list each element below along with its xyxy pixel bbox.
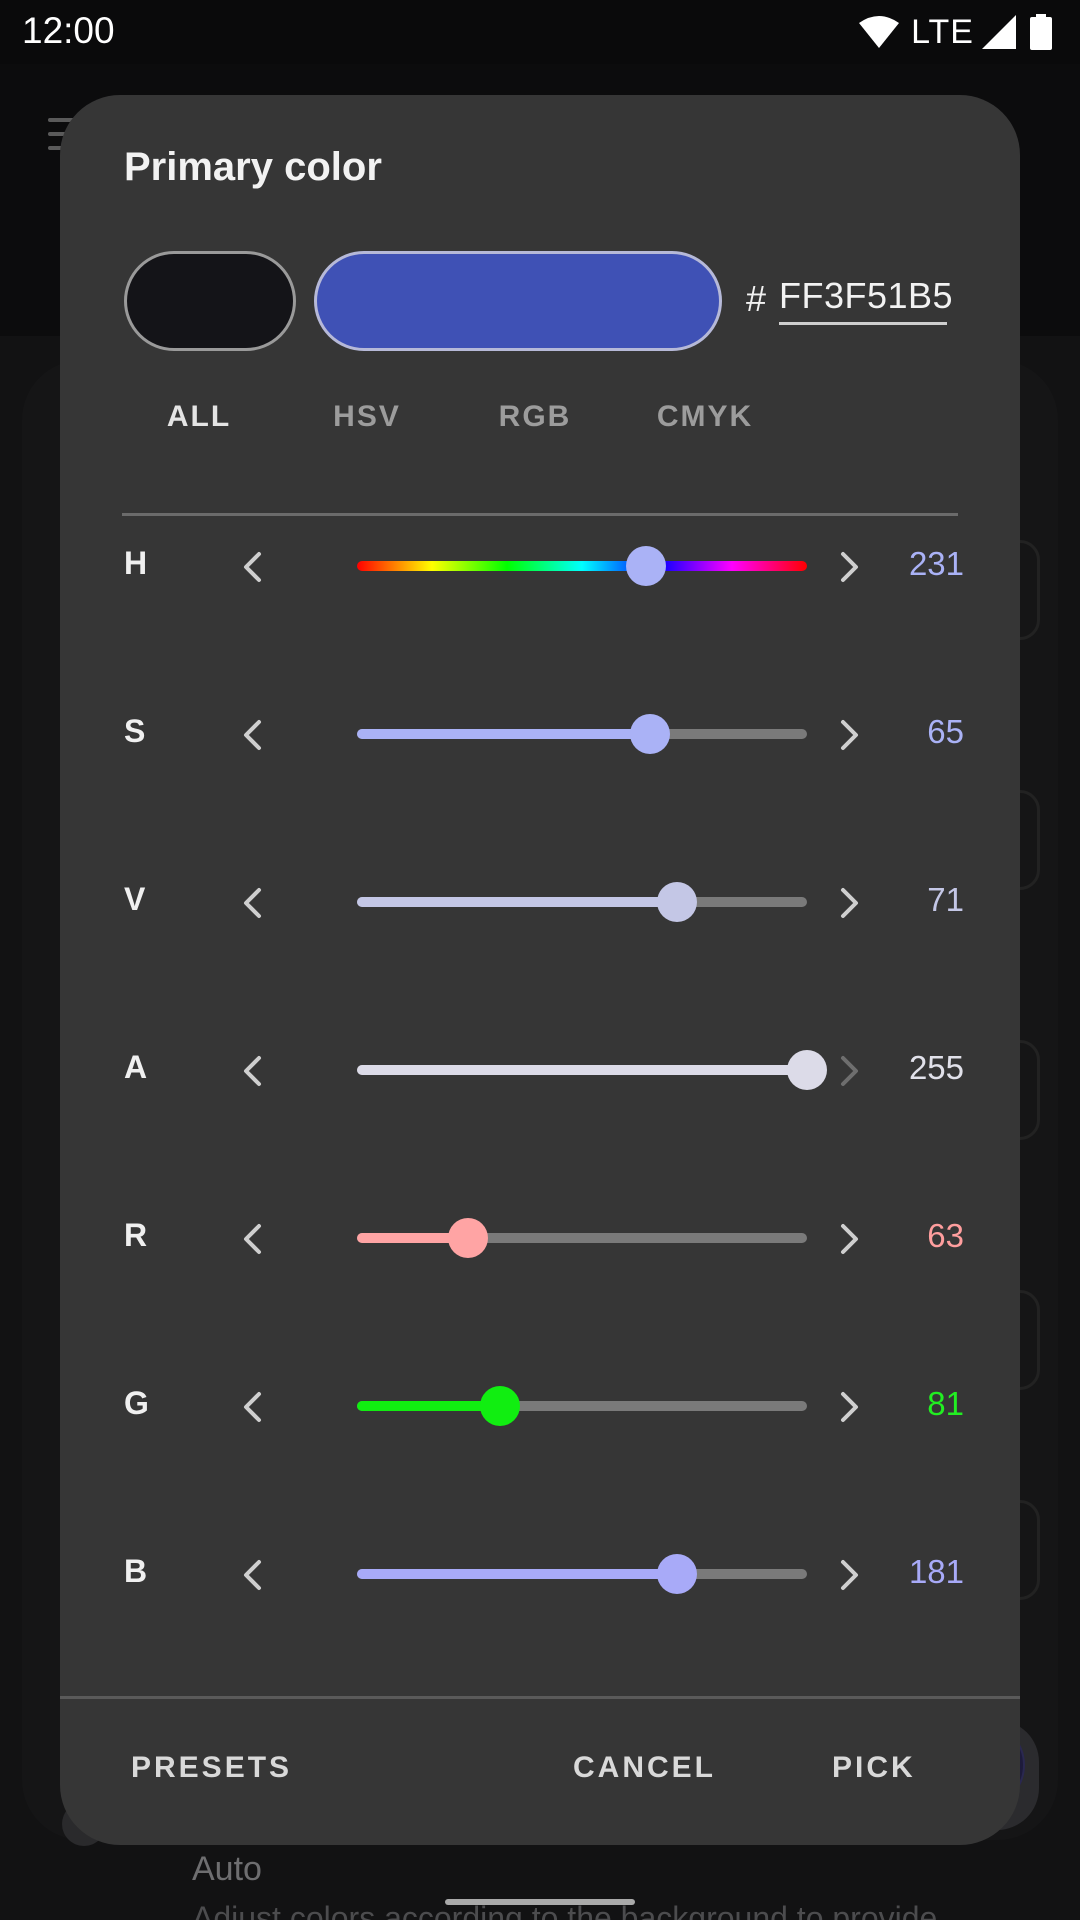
slider-track[interactable]: [357, 546, 807, 586]
decrement-chevron-left-icon[interactable]: [222, 1545, 282, 1605]
decrement-chevron-left-icon[interactable]: [222, 873, 282, 933]
slider-row-r: R 63: [124, 1199, 964, 1279]
wifi-icon: [859, 15, 900, 49]
tab-all[interactable]: ALL: [124, 400, 274, 434]
slider-thumb[interactable]: [656, 882, 697, 922]
cancel-button[interactable]: CANCEL: [573, 1751, 716, 1785]
slider-value: 231: [908, 545, 964, 582]
slider-thumb[interactable]: [448, 1218, 489, 1258]
tabs-divider: [122, 513, 958, 516]
slider-fill: [357, 897, 677, 907]
status-icons: LTE: [859, 12, 1052, 52]
decrement-chevron-left-icon[interactable]: [222, 705, 282, 765]
background-auto-label: Auto: [192, 1850, 262, 1888]
slider-thumb[interactable]: [629, 714, 670, 754]
slider-row-a: A 255: [124, 1031, 964, 1111]
mode-tabs: ALL HSV RGB CMYK: [124, 400, 956, 500]
slider-track[interactable]: [357, 714, 807, 754]
tab-rgb[interactable]: RGB: [460, 400, 610, 434]
slider-value: 255: [908, 1049, 964, 1086]
slider-fill: [357, 1401, 501, 1411]
new-color-swatch[interactable]: [314, 251, 722, 351]
network-label: LTE: [911, 12, 974, 51]
gesture-nav-handle[interactable]: [445, 1899, 635, 1905]
slider-row-g: G 81: [124, 1367, 964, 1447]
slider-fill: [357, 1065, 807, 1075]
slider-thumb[interactable]: [656, 1554, 697, 1594]
decrement-chevron-left-icon[interactable]: [222, 1377, 282, 1437]
footer-divider: [60, 1696, 1020, 1699]
slider-track[interactable]: [357, 882, 807, 922]
slider-fill: [357, 1569, 677, 1579]
dialog-title: Primary color: [124, 145, 382, 189]
slider-value: 181: [908, 1553, 964, 1590]
presets-button[interactable]: PRESETS: [131, 1751, 292, 1785]
hex-hash-symbol: #: [746, 278, 767, 319]
slider-label: A: [124, 1049, 148, 1085]
previous-color-swatch[interactable]: [124, 251, 296, 351]
slider-value: 81: [927, 1385, 964, 1422]
slider-value: 71: [927, 881, 964, 918]
decrement-chevron-left-icon[interactable]: [222, 1041, 282, 1101]
slider-value: 65: [927, 713, 964, 750]
slider-value: 63: [927, 1217, 964, 1254]
slider-track[interactable]: [357, 1218, 807, 1258]
slider-thumb[interactable]: [625, 546, 666, 586]
slider-row-s: S 65: [124, 695, 964, 775]
slider-label: R: [124, 1217, 148, 1253]
slider-fill: [357, 729, 650, 739]
slider-track[interactable]: [357, 1554, 807, 1594]
slider-label: B: [124, 1553, 148, 1589]
decrement-chevron-left-icon[interactable]: [222, 1209, 282, 1269]
tab-hsv[interactable]: HSV: [292, 400, 442, 434]
decrement-chevron-left-icon[interactable]: [222, 537, 282, 597]
slider-row-v: V 71: [124, 863, 964, 943]
color-picker-dialog: Primary color # FF3F51B5 ALL HSV RGB CMY…: [60, 95, 1020, 1845]
status-bar: 12:00 LTE: [0, 0, 1080, 64]
slider-track[interactable]: [357, 1050, 827, 1090]
slider-track[interactable]: [357, 1386, 807, 1426]
slider-label: V: [124, 881, 146, 917]
pick-button[interactable]: PICK: [832, 1751, 916, 1785]
signal-icon: [982, 15, 1016, 49]
slider-label: S: [124, 713, 146, 749]
slider-label: H: [124, 545, 148, 581]
battery-icon: [1030, 14, 1052, 50]
status-time: 12:00: [22, 10, 115, 51]
hex-input[interactable]: FF3F51B5: [779, 271, 953, 325]
tab-cmyk[interactable]: CMYK: [630, 400, 780, 434]
slider-row-h: H 231: [124, 527, 964, 607]
slider-label: G: [124, 1385, 149, 1421]
slider-row-b: B 181: [124, 1535, 964, 1615]
slider-thumb[interactable]: [480, 1386, 521, 1426]
